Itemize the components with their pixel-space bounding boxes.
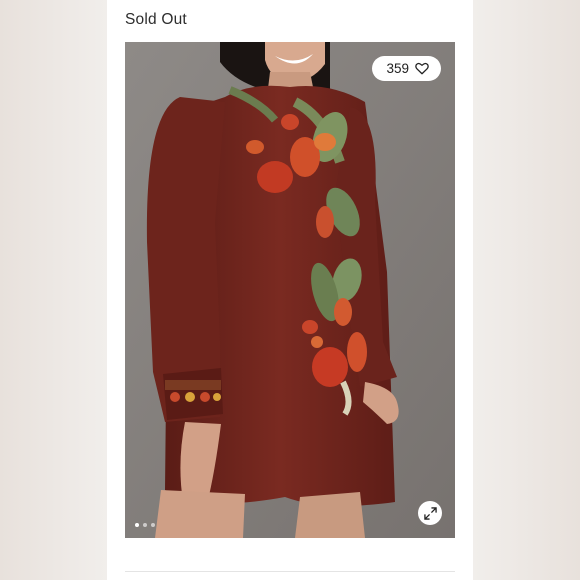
listing-status: Sold Out [125,11,187,28]
expand-icon [423,506,437,520]
page-backdrop-right [473,0,580,580]
product-photo-illustration [125,42,455,538]
expand-image-button[interactable] [418,501,442,525]
like-count: 359 [386,61,409,76]
gallery-dot[interactable] [151,523,155,527]
gallery-dot[interactable] [143,523,147,527]
listing-card: Sold Out 359 [107,0,473,580]
product-image[interactable]: 359 [125,42,455,538]
heart-icon [415,62,429,75]
like-button[interactable]: 359 [372,56,441,81]
gallery-dot[interactable] [135,523,139,527]
section-divider [125,571,455,572]
page-backdrop-left [0,0,107,580]
gallery-pagination [135,523,155,527]
